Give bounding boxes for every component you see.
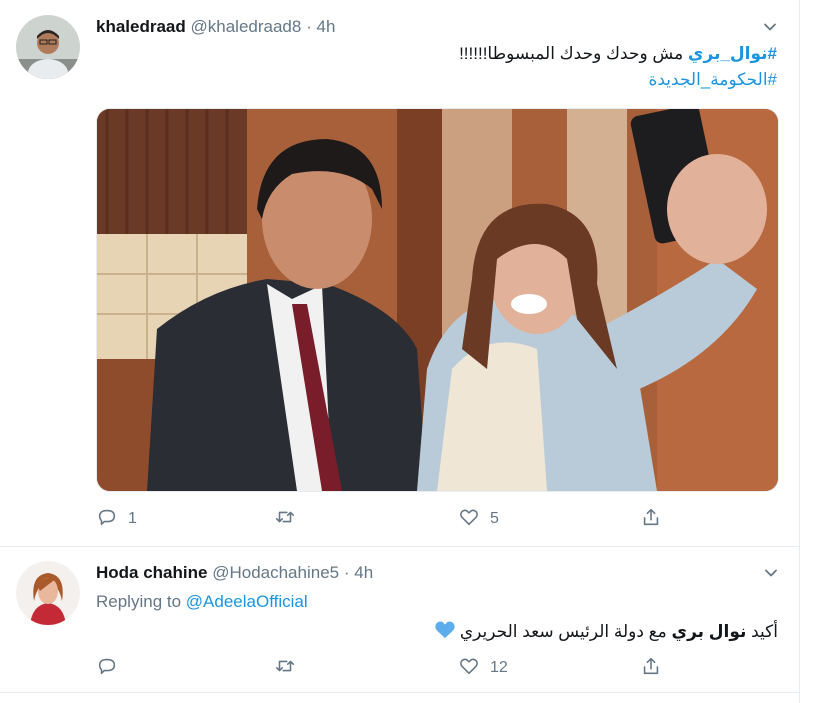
retweet-icon: [274, 506, 296, 533]
reply-icon: [96, 506, 118, 533]
like-icon: [458, 655, 480, 682]
tweet-text-start: أكيد: [746, 621, 778, 641]
tweet-header: Hoda chahine @Hodachahine5 · 4h: [96, 563, 373, 585]
tweet-header: khaledraad @khaledraad8 · 4h: [96, 17, 335, 39]
replying-to: Replying to @AdeelaOfficial: [96, 592, 308, 612]
share-icon: [640, 506, 662, 533]
avatar[interactable]: [16, 561, 80, 625]
avatar[interactable]: [16, 15, 80, 79]
author-name[interactable]: Hoda chahine: [96, 563, 207, 582]
tweet-text-rest: مع دولة الرئيس سعد الحريري: [459, 621, 672, 641]
tweet-text-bold: نوال بري: [671, 621, 747, 641]
retweet-button[interactable]: [274, 655, 306, 681]
share-icon: [640, 655, 662, 682]
reply-button[interactable]: 1: [96, 506, 137, 532]
timeline-divider: [799, 0, 800, 703]
mention-link[interactable]: @AdeelaOfficial: [186, 592, 308, 611]
like-count: 5: [490, 510, 499, 527]
tweet-text-body: مش وحدك وحدك المبسوطا!!!!!!: [459, 44, 688, 63]
tweet-text: أكيد نوال بري مع دولة الرئيس سعد الحريري: [434, 619, 778, 644]
separator-dot: ·: [343, 563, 350, 582]
tweet-actions: 1 5: [96, 506, 676, 532]
tweet-time[interactable]: 4h: [316, 17, 335, 36]
tweet-time[interactable]: 4h: [354, 563, 373, 582]
like-button[interactable]: 5: [458, 506, 499, 532]
author-handle[interactable]: @khaledraad8: [191, 17, 302, 36]
tweet-text-content: أكيد نوال بري مع دولة الرئيس سعد الحريري: [460, 622, 778, 642]
like-count: 12: [490, 659, 508, 676]
retweet-button[interactable]: [274, 506, 306, 532]
tweet-photo[interactable]: [96, 108, 779, 492]
chevron-down-icon[interactable]: [763, 20, 777, 34]
tweet-text: #نوال_بري مش وحدك وحدك المبسوطا!!!!!!: [459, 44, 777, 64]
like-icon: [458, 506, 480, 533]
separator-dot: ·: [306, 17, 312, 36]
reply-count: 1: [128, 510, 137, 527]
author-handle[interactable]: @Hodachahine5: [212, 563, 339, 582]
hashtag-link-2[interactable]: #الحكومة_الجديدة: [648, 70, 777, 89]
hashtag-link[interactable]: #نوال_بري: [688, 44, 777, 63]
blue-heart-icon: [434, 619, 456, 644]
reply-icon: [96, 655, 118, 682]
like-button[interactable]: 12: [458, 655, 508, 681]
tweet-actions: 12: [96, 655, 676, 681]
retweet-icon: [274, 655, 296, 682]
share-button[interactable]: [640, 506, 662, 532]
replying-prefix: Replying to: [96, 592, 186, 611]
share-button[interactable]: [640, 655, 662, 681]
author-name[interactable]: khaledraad: [96, 17, 186, 36]
tweet-text-line2: #الحكومة_الجديدة: [648, 70, 777, 90]
reply-button[interactable]: [96, 655, 128, 681]
chevron-down-icon[interactable]: [764, 566, 778, 580]
tweet-1[interactable]: khaledraad @khaledraad8 · 4h #نوال_بري م…: [0, 0, 799, 547]
